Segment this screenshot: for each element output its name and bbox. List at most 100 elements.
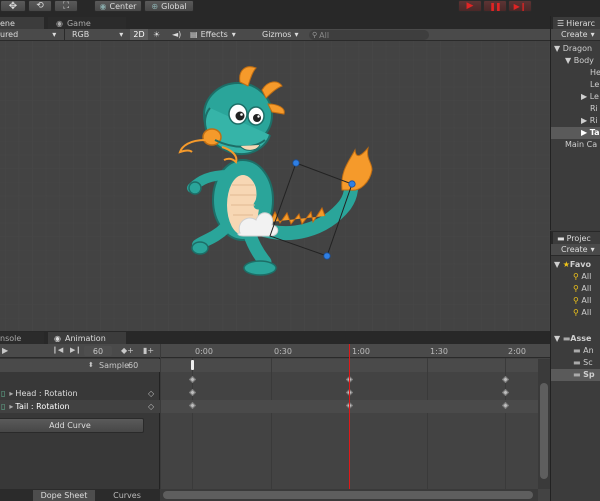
project-tab-bar: ▬ Projec <box>551 231 600 244</box>
expand-arrow-icon: ▼ <box>554 44 561 53</box>
bone-handle-bottom[interactable] <box>323 252 331 260</box>
add-curve-button[interactable]: Add Curve <box>0 418 144 433</box>
property-row-tail[interactable]: ▯ ▸ Tail : Rotation ◇ <box>0 400 160 413</box>
favorite-item[interactable]: ⚲ All <box>551 295 600 307</box>
property-label: Head : Rotation <box>15 389 78 398</box>
scale-tool-button[interactable]: ⛶ <box>54 0 78 12</box>
add-event-icon[interactable]: ▮+ <box>143 346 154 355</box>
scene-viewport[interactable] <box>0 41 550 331</box>
tree-item[interactable]: Le <box>551 79 600 91</box>
favorite-item[interactable]: ⚲ All <box>551 271 600 283</box>
favorites-label: Favo <box>569 260 591 269</box>
pivot-toggle-button[interactable]: ◉ Center <box>94 0 142 12</box>
favorites-header[interactable]: ▼ ★Favo <box>551 259 600 271</box>
tab-game[interactable]: ◉ Game <box>48 17 126 29</box>
search-icon: ⚲ <box>573 308 579 317</box>
effects-label: Effects <box>200 30 228 39</box>
bone-handle-right[interactable] <box>348 180 356 188</box>
keyframe[interactable] <box>188 388 197 397</box>
property-row-head[interactable]: ▯ ▸ Head : Rotation ◇ <box>0 387 160 400</box>
pivot-label: Center <box>109 1 137 11</box>
tab-console-label: nsole <box>0 333 22 343</box>
keyframe[interactable] <box>188 375 197 384</box>
dopesheet-timeline[interactable]: 0:00 0:30 1:00 1:30 2:00 <box>161 344 550 501</box>
tab-animation[interactable]: ◉ Animation <box>48 332 126 344</box>
tab-console[interactable]: nsole <box>0 332 44 344</box>
play-icon[interactable]: ▶ <box>2 346 8 355</box>
tab-dope-sheet[interactable]: Dope Sheet <box>33 490 95 501</box>
sample-field[interactable]: 60 <box>128 361 150 370</box>
mode-2d-label: 2D <box>133 30 145 39</box>
horizontal-scrollbar[interactable] <box>161 489 538 501</box>
keyframe[interactable] <box>501 375 510 384</box>
asset-folder[interactable]: ▬ An <box>551 345 600 357</box>
hierarchy-create-dropdown[interactable]: Create ▾ <box>561 29 595 40</box>
next-keyframe-icon[interactable]: ▶❙ <box>70 346 81 354</box>
frame-value: 60 <box>92 346 104 356</box>
playhead[interactable] <box>349 344 350 501</box>
move-icon: ✥ <box>8 0 18 12</box>
scrollbar-thumb[interactable] <box>540 383 548 479</box>
hierarchy-tab-bar: ☰ Hierarc <box>551 16 600 29</box>
tree-item[interactable]: ▼ Body <box>551 55 600 67</box>
tree-item-label: Dragon <box>562 44 593 53</box>
move-tool-button[interactable]: ✥ <box>0 0 26 12</box>
tab-curves[interactable]: Curves <box>97 490 157 501</box>
project-create-dropdown[interactable]: Create ▾ <box>561 244 595 255</box>
audio-toggle[interactable]: ◄) <box>172 29 181 40</box>
vertical-scrollbar[interactable] <box>538 359 550 489</box>
mode-2d-toggle[interactable]: 2D <box>130 29 148 40</box>
bone-handle-top[interactable] <box>292 159 300 167</box>
expand-arrow-icon: ▶ <box>581 128 588 137</box>
property-toggle[interactable]: ▸ <box>9 389 13 398</box>
tree-item[interactable]: ▶ Le <box>551 91 600 103</box>
tree-item-label: Main Ca <box>565 140 598 149</box>
view-tab-bar: Dope Sheet Curves <box>0 489 160 501</box>
tree-item[interactable]: Main Ca <box>551 139 600 151</box>
shading-dropdown[interactable]: ured ▾ <box>0 29 60 40</box>
gizmos-dropdown[interactable]: Gizmos ▾ <box>262 29 299 40</box>
tree-item[interactable]: Ri <box>551 103 600 115</box>
pause-button[interactable]: ❚❚ <box>483 0 507 12</box>
event-marker[interactable] <box>191 360 194 370</box>
scrollbar-thumb[interactable] <box>163 491 533 499</box>
folder-icon: ▬ <box>557 233 565 243</box>
tree-item[interactable]: He <box>551 67 600 79</box>
tree-item[interactable]: ▼ Dragon <box>551 43 600 55</box>
assets-header[interactable]: ▼ ▬Asse <box>551 333 600 345</box>
play-button[interactable]: ▶ <box>458 0 482 12</box>
prev-keyframe-icon[interactable]: ❙◀ <box>52 346 63 354</box>
animation-controls: ▶ ❙◀ ▶❙ 60 ◆+ ▮+ <box>0 344 160 358</box>
asset-folder[interactable]: ▬ Sc <box>551 357 600 369</box>
ruler-label: 1:00 <box>352 347 370 356</box>
effects-dropdown[interactable]: ▤ Effects ▾ <box>190 29 236 40</box>
frame-field[interactable]: 60 <box>84 346 112 356</box>
property-toggle[interactable]: ▸ <box>9 402 13 411</box>
tab-scene[interactable]: ene <box>0 17 44 29</box>
tree-item[interactable]: ▶ Ri <box>551 115 600 127</box>
assets-label: Asse <box>570 334 592 343</box>
lighting-toggle[interactable]: ☀ <box>153 29 160 40</box>
asset-folder-selected[interactable]: ▬ Sp <box>551 369 600 381</box>
animation-icon: ◉ <box>54 333 61 343</box>
tree-item-selected[interactable]: ▶ Ta <box>551 127 600 139</box>
step-button[interactable]: ▶❙ <box>508 0 532 12</box>
tab-project[interactable]: ▬ Projec <box>553 232 600 244</box>
scene-control-bar: ured ▾ RGB ▾ 2D ☀ ◄) ▤ Effects ▾ Gizmos … <box>0 29 550 41</box>
scene-search-field[interactable]: ⚲ All <box>309 30 429 40</box>
sun-icon: ☀ <box>153 30 161 39</box>
search-icon: ⚲ <box>312 31 318 39</box>
expand-arrow-icon: ▼ <box>554 334 561 343</box>
favorite-item[interactable]: ⚲ All <box>551 307 600 319</box>
search-icon: ⚲ <box>573 296 579 305</box>
add-keyframe-icon[interactable]: ◆+ <box>121 346 134 355</box>
keyframe[interactable] <box>501 388 510 397</box>
bone-icon: ▯ <box>1 402 6 411</box>
time-ruler[interactable]: 0:00 0:30 1:00 1:30 2:00 <box>161 344 550 358</box>
bone-selection-gizmo[interactable] <box>0 41 550 331</box>
render-mode-dropdown[interactable]: RGB ▾ <box>72 29 128 40</box>
favorite-item[interactable]: ⚲ All <box>551 283 600 295</box>
space-toggle-button[interactable]: ⊕ Global <box>144 0 194 12</box>
tab-hierarchy[interactable]: ☰ Hierarc <box>553 17 600 29</box>
rotate-tool-button[interactable]: ⟲ <box>28 0 52 12</box>
